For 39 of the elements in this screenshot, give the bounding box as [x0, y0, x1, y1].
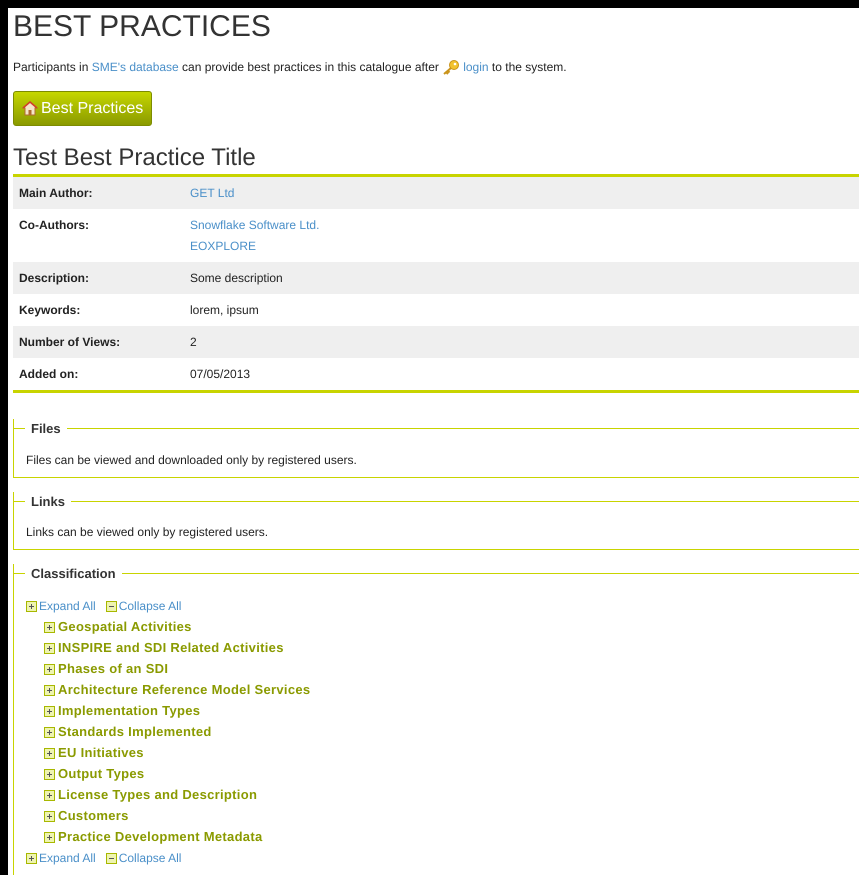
- section-text: Links can be viewed only by registered users.: [25, 524, 270, 541]
- section-text: Files can be viewed and downloaded only by registered users.: [25, 452, 358, 468]
- detail-label: Keywords:: [19, 302, 82, 318]
- author-link[interactable]: EOXPLORE: [190, 238, 320, 254]
- detail-label: Description:: [19, 270, 90, 286]
- category-item[interactable]: Practice Development Metadata: [44, 826, 859, 848]
- detail-value: 07/05/2013: [190, 366, 250, 382]
- intro-text: Participants in SME's database can provide best practices in this catalogue after login to the system.: [13, 58, 568, 76]
- detail-value: lorem, ipsum: [190, 302, 259, 318]
- category-item[interactable]: EU Initiatives: [44, 742, 859, 764]
- database-link[interactable]: SME's database: [92, 58, 179, 76]
- category-item[interactable]: Output Types: [44, 764, 859, 784]
- detail-value: Some description: [190, 270, 283, 286]
- best-practices-button[interactable]: Best Practices: [13, 91, 152, 126]
- category-item[interactable]: Phases of an SDI: [44, 658, 859, 680]
- category-item[interactable]: Customers: [44, 806, 859, 826]
- section-legend: Classification: [25, 564, 122, 584]
- category-item[interactable]: License Types and Description: [44, 784, 859, 806]
- section-legend: Files: [25, 419, 67, 438]
- page-title: BEST PRACTICES: [13, 10, 272, 44]
- author-link[interactable]: GET Ltd: [190, 185, 234, 201]
- author-link[interactable]: Snowflake Software Ltd.: [190, 217, 320, 233]
- login-link[interactable]: login: [463, 58, 489, 76]
- detail-label: Number of Views:: [19, 334, 122, 350]
- category-item[interactable]: Architecture Reference Model Services: [44, 680, 859, 700]
- detail-label: Main Author:: [19, 185, 94, 201]
- collapse-all-link[interactable]: Collapse All: [106, 849, 182, 867]
- expand-all-link[interactable]: Expand All: [26, 849, 96, 867]
- category-item[interactable]: Standards Implemented: [44, 722, 859, 742]
- category-item[interactable]: INSPIRE and SDI Related Activities: [44, 638, 859, 658]
- detail-label: Added on:: [19, 366, 80, 382]
- practice-title: Test Best Practice Title: [13, 144, 257, 172]
- category-item[interactable]: Geospatial Activities: [44, 616, 859, 638]
- category-item[interactable]: Implementation Types: [44, 700, 859, 722]
- expand-all-link[interactable]: Expand All: [26, 597, 96, 615]
- detail-value: 2: [190, 334, 197, 350]
- section-legend: Links: [25, 492, 71, 511]
- collapse-all-link[interactable]: Collapse All: [106, 597, 182, 615]
- detail-label: Co-Authors:: [19, 217, 90, 234]
